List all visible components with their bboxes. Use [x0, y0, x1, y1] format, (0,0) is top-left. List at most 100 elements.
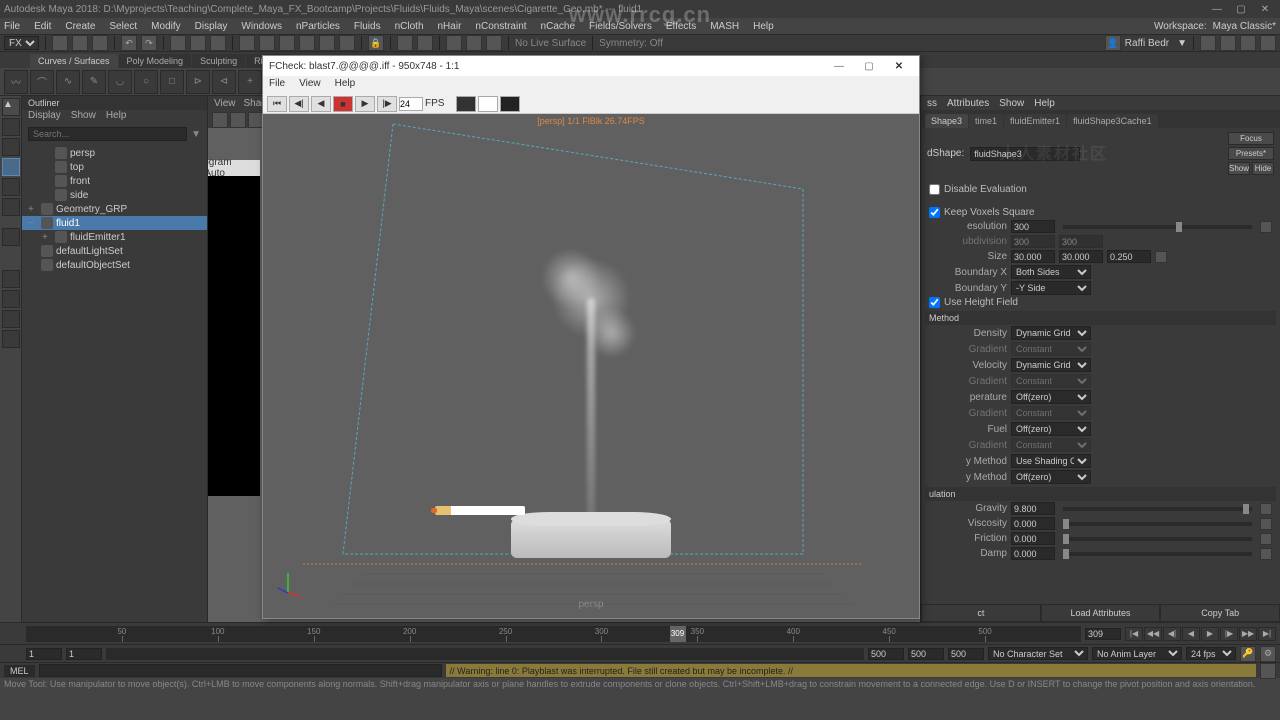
history-toggle-icon[interactable] [417, 35, 433, 51]
select-tool-icon[interactable]: ▲ [2, 98, 20, 116]
attr-tab-shape[interactable]: Shape3 [925, 114, 968, 128]
viscosity-field[interactable] [1011, 517, 1055, 530]
maximize-icon[interactable]: ▢ [1230, 2, 1252, 16]
timeline-playback-icon[interactable]: ◀ [1182, 627, 1200, 641]
time-current-marker[interactable]: 309 [670, 626, 686, 642]
open-scene-icon[interactable] [72, 35, 88, 51]
fcheck-play-icon[interactable]: ▶ [355, 96, 375, 112]
outliner-item[interactable]: defaultLightSet [22, 244, 207, 258]
outliner-menu-help[interactable]: Help [106, 110, 127, 124]
menu-windows[interactable]: Windows [241, 21, 282, 32]
snap-plane-icon[interactable] [299, 35, 315, 51]
outliner-item[interactable]: persp [22, 146, 207, 160]
menu-ncache[interactable]: nCache [541, 21, 575, 32]
anim-layer-dropdown[interactable]: No Anim Layer [1092, 647, 1182, 660]
tool-settings-icon[interactable] [1260, 35, 1276, 51]
paint-select-icon[interactable] [210, 35, 226, 51]
shelf-tab-poly[interactable]: Poly Modeling [119, 54, 192, 68]
fcheck-stepback-icon[interactable]: ◀| [289, 96, 309, 112]
ymethod2-dropdown[interactable]: Off(zero) [1011, 470, 1091, 484]
attr-connect-icon[interactable] [1155, 251, 1167, 263]
scale-tool-icon[interactable] [2, 198, 20, 216]
attr-tab-cache[interactable]: fluidShape3Cache1 [1067, 114, 1158, 128]
fcheck-menu-file[interactable]: File [269, 78, 285, 92]
curve-attach-icon[interactable]: ⊳ [186, 70, 210, 94]
menu-nconstraint[interactable]: nConstraint [475, 21, 526, 32]
menu-modify[interactable]: Modify [151, 21, 180, 32]
fcheck-stop-icon[interactable]: ■ [333, 96, 353, 112]
character-set-dropdown[interactable]: No Character Set [988, 647, 1088, 660]
size-z-field[interactable] [1107, 250, 1151, 263]
ymethod1-dropdown[interactable]: Use Shading Color [1011, 454, 1091, 468]
current-frame-field[interactable] [1085, 628, 1121, 640]
show-button[interactable]: Show [1228, 162, 1250, 175]
menu-help[interactable]: Help [753, 21, 774, 32]
timeline-gotostart-icon[interactable]: |◀ [1125, 627, 1143, 641]
render-settings-icon[interactable] [486, 35, 502, 51]
curve-cv-icon[interactable]: ⌒ [30, 70, 54, 94]
menu-fieldssolvers[interactable]: Fields/Solvers [589, 21, 652, 32]
outliner-menu-display[interactable]: Display [28, 110, 61, 124]
keep-voxels-checkbox[interactable] [929, 207, 940, 218]
layout-outliner-icon[interactable] [2, 290, 20, 308]
rotate-tool-icon[interactable] [2, 178, 20, 196]
boundary-x-dropdown[interactable]: Both Sides [1011, 265, 1091, 279]
fcheck-menu-view[interactable]: View [299, 78, 321, 92]
fcheck-rewind-icon[interactable]: ⏮ [267, 96, 287, 112]
snap-view-icon[interactable] [319, 35, 335, 51]
timeline-gotoend-icon[interactable]: ▶| [1258, 627, 1276, 641]
layout-hypershade-icon[interactable] [2, 330, 20, 348]
outliner-item[interactable]: side [22, 188, 207, 202]
user-name[interactable]: Raffi Bedr [1125, 38, 1169, 49]
mel-label[interactable]: MEL [4, 665, 35, 677]
menu-mash[interactable]: MASH [710, 21, 739, 32]
temperature-dropdown[interactable]: Off(zero) [1011, 390, 1091, 404]
fcheck-image-area[interactable]: [persp] 1/1 FlBlk 26.74FPS persp [263, 114, 919, 618]
shelf-tab-curves[interactable]: Curves / Surfaces [30, 54, 118, 68]
outliner-menu-show[interactable]: Show [71, 110, 96, 124]
heightfield-checkbox[interactable] [929, 297, 940, 308]
fcheck-fps-field[interactable] [399, 97, 423, 111]
boundary-y-dropdown[interactable]: -Y Side [1011, 281, 1091, 295]
menu-nparticles[interactable]: nParticles [296, 21, 340, 32]
outliner-item[interactable]: +Geometry_GRP [22, 202, 207, 216]
range-end-field[interactable] [908, 648, 944, 660]
move-tool-icon[interactable] [2, 158, 20, 176]
hide-button[interactable]: Hide [1252, 162, 1274, 175]
outliner-item[interactable]: defaultObjectSet [22, 258, 207, 272]
fcheck-playback-icon[interactable]: ◀ [311, 96, 331, 112]
attr-connect-icon[interactable] [1260, 533, 1272, 545]
attr-editor-icon[interactable] [1240, 35, 1256, 51]
attr-menu-help[interactable]: Help [1034, 98, 1055, 109]
method-section[interactable]: Method [925, 311, 1276, 325]
range-start-field[interactable] [26, 648, 62, 660]
attr-tab-emitter[interactable]: fluidEmitter1 [1004, 114, 1066, 128]
presets-button[interactable]: Presets* [1228, 147, 1274, 160]
attr-connect-icon[interactable] [1260, 503, 1272, 515]
lasso-icon[interactable] [190, 35, 206, 51]
menu-display[interactable]: Display [195, 21, 228, 32]
fcheck-menu-help[interactable]: Help [335, 78, 356, 92]
timeline-play-icon[interactable]: ▶ [1201, 627, 1219, 641]
redo-icon[interactable]: ↷ [141, 35, 157, 51]
timeline-stepfwd-icon[interactable]: ▶▶ [1239, 627, 1257, 641]
menu-fluids[interactable]: Fluids [354, 21, 381, 32]
size-x-field[interactable] [1011, 250, 1055, 263]
snapmode-icon[interactable] [339, 35, 355, 51]
outliner-item[interactable]: top [22, 160, 207, 174]
symmetry-label[interactable]: Symmetry: Off [599, 38, 663, 49]
prefs-icon[interactable]: ⚙ [1260, 646, 1276, 662]
outliner-item[interactable]: +fluidEmitter1 [22, 230, 207, 244]
timeline-stepback-icon[interactable]: ◀◀ [1144, 627, 1162, 641]
fcheck-alpha-icon[interactable] [478, 96, 498, 112]
menu-edit[interactable]: Edit [34, 21, 51, 32]
attr-connect-icon[interactable] [1260, 518, 1272, 530]
playback-start-field[interactable] [66, 648, 102, 660]
layout-icon[interactable] [1200, 35, 1216, 51]
new-scene-icon[interactable] [52, 35, 68, 51]
menu-effects[interactable]: Effects [666, 21, 696, 32]
range-slider-track[interactable] [106, 648, 864, 660]
lasso-tool-icon[interactable] [2, 118, 20, 136]
curve-arc-icon[interactable]: ◡ [108, 70, 132, 94]
fcheck-rgba-icon[interactable] [456, 96, 476, 112]
